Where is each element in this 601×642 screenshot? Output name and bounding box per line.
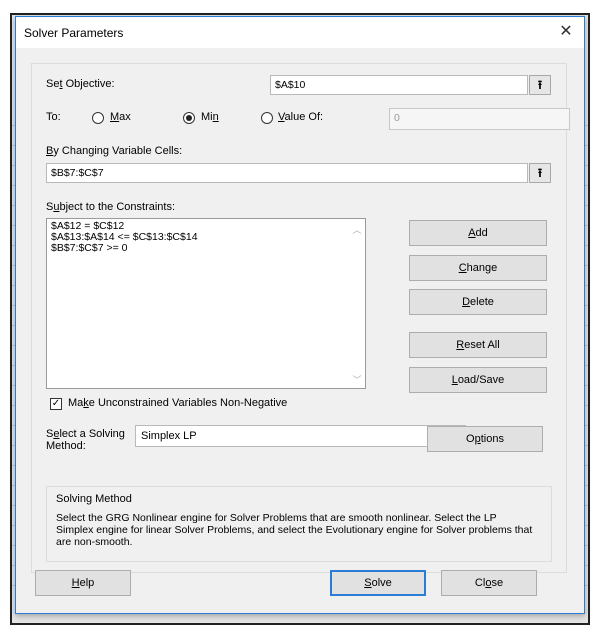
nonneg-label[interactable]: Make Unconstrained Variables Non-Negativ… — [68, 397, 287, 409]
scroll-down-icon[interactable]: ﹀ — [351, 373, 363, 386]
checkmark-icon: ✓ — [51, 398, 61, 409]
close-icon[interactable]: ✕ — [552, 19, 580, 45]
solver-parameters-dialog: Solver Parameters ✕ Set Objective: $A$10… — [15, 16, 585, 614]
constraints-label: Subject to the Constraints: — [46, 201, 176, 213]
value-of-label[interactable]: Value Of: — [278, 111, 323, 123]
solving-method-label: Select a Solving Method: — [46, 428, 125, 452]
add-button[interactable]: Add — [409, 220, 547, 246]
solving-method-value: Simplex LP — [141, 430, 197, 442]
set-objective-input[interactable]: $A$10 — [270, 75, 528, 95]
close-button[interactable]: Close — [441, 570, 537, 596]
changing-cells-label: By Changing Variable Cells: — [46, 145, 183, 157]
max-label[interactable]: Max — [110, 111, 131, 123]
info-heading: Solving Method — [56, 493, 132, 505]
solving-method-select[interactable]: Simplex LP ﹀ — [135, 425, 466, 447]
nonneg-checkbox[interactable]: ✓ — [50, 398, 62, 410]
change-button[interactable]: Change — [409, 255, 547, 281]
changing-cells-input[interactable]: $B$7:$C$7 — [46, 163, 528, 183]
reset-all-button[interactable]: Reset All — [409, 332, 547, 358]
changing-cells-ref-button[interactable]: ⭱ — [529, 163, 551, 183]
min-radio[interactable] — [183, 112, 195, 124]
info-text: Select the GRG Nonlinear engine for Solv… — [56, 512, 533, 548]
options-button[interactable]: Options — [427, 426, 543, 452]
max-radio[interactable] — [92, 112, 104, 124]
set-objective-label: Set Objective: — [46, 78, 115, 90]
dialog-title: Solver Parameters — [24, 26, 124, 40]
scroll-up-icon[interactable]: ︿ — [351, 223, 363, 236]
help-button[interactable]: Help — [35, 570, 131, 596]
parameters-group: Set Objective: $A$10 ⭱ To: Max Min Value… — [31, 63, 570, 573]
delete-button[interactable]: Delete — [409, 289, 547, 315]
solve-button[interactable]: Solve — [330, 570, 426, 596]
collapse-dialog-icon: ⭱ — [537, 78, 543, 92]
load-save-button[interactable]: Load/Save — [409, 367, 547, 393]
title-bar: Solver Parameters ✕ — [16, 17, 584, 48]
to-label: To: — [46, 111, 61, 123]
collapse-dialog-icon: ⭱ — [537, 166, 543, 180]
constraints-listbox[interactable]: $A$12 = $C$12 $A$13:$A$14 <= $C$13:$C$14… — [46, 218, 366, 389]
constraint-item[interactable]: $B$7:$C$7 >= 0 — [47, 243, 365, 254]
set-objective-ref-button[interactable]: ⭱ — [529, 75, 551, 95]
value-of-radio[interactable] — [261, 112, 273, 124]
solving-method-info: Solving Method Select the GRG Nonlinear … — [46, 486, 552, 562]
min-label[interactable]: Min — [201, 111, 219, 123]
value-of-input[interactable]: 0 — [389, 108, 570, 130]
